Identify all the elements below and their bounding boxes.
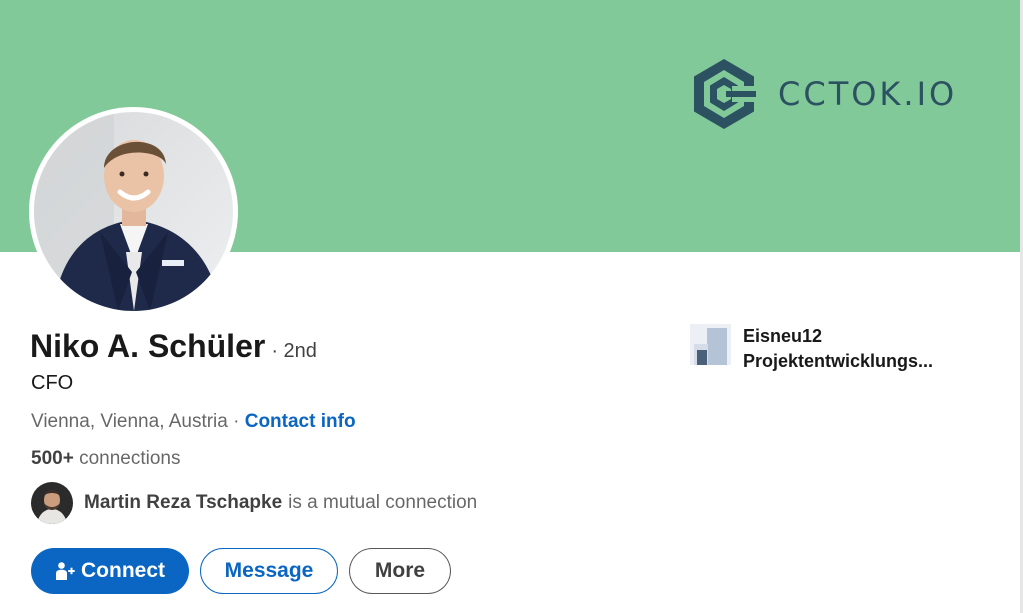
more-button[interactable]: More <box>349 548 451 594</box>
mutual-connection[interactable]: Martin Reza Tschapke is a mutual connect… <box>31 482 477 524</box>
location-row: Vienna, Vienna, Austria · Contact info <box>31 411 356 433</box>
message-button[interactable]: Message <box>200 548 338 594</box>
profile-avatar[interactable] <box>34 112 233 311</box>
connection-degree: · 2nd <box>271 340 317 362</box>
mutual-connection-name: Martin Reza Tschapke <box>84 492 283 513</box>
connections-label: connections <box>73 448 181 469</box>
connections-count[interactable]: 500+ connections <box>31 448 180 470</box>
location-separator: · <box>227 411 245 432</box>
banner-brand: CCTOK.IO <box>690 55 957 133</box>
contact-info-link[interactable]: Contact info <box>245 411 356 432</box>
connections-number: 500+ <box>31 448 74 469</box>
mutual-connection-avatar <box>31 482 73 524</box>
add-person-icon <box>56 562 75 580</box>
profile-headline: CFO <box>31 372 74 394</box>
profile-card: CCTOK.IO Niko A. Schüler · 2nd CFO Vienn… <box>0 0 1023 613</box>
banner-brand-name: CCTOK.IO <box>778 75 958 113</box>
profile-name: Niko A. Schüler <box>30 328 266 364</box>
connect-button-label: Connect <box>81 559 165 582</box>
current-company[interactable]: Eisneu12 Projektentwicklungs... <box>690 324 933 374</box>
company-name: Eisneu12 Projektentwicklungs... <box>743 324 933 374</box>
profile-location: Vienna, Vienna, Austria <box>31 411 228 432</box>
more-button-label: More <box>374 559 426 582</box>
company-name-line2: Projektentwicklungs... <box>743 351 934 371</box>
connect-button[interactable]: Connect <box>31 548 189 594</box>
profile-name-row: Niko A. Schüler · 2nd <box>30 328 317 365</box>
mutual-connection-suffix: is a mutual connection <box>288 492 478 513</box>
company-logo-icon <box>690 324 731 365</box>
company-name-line1: Eisneu12 <box>743 326 823 346</box>
message-button-label: Message <box>224 559 314 582</box>
cctok-logo-icon <box>694 59 756 129</box>
